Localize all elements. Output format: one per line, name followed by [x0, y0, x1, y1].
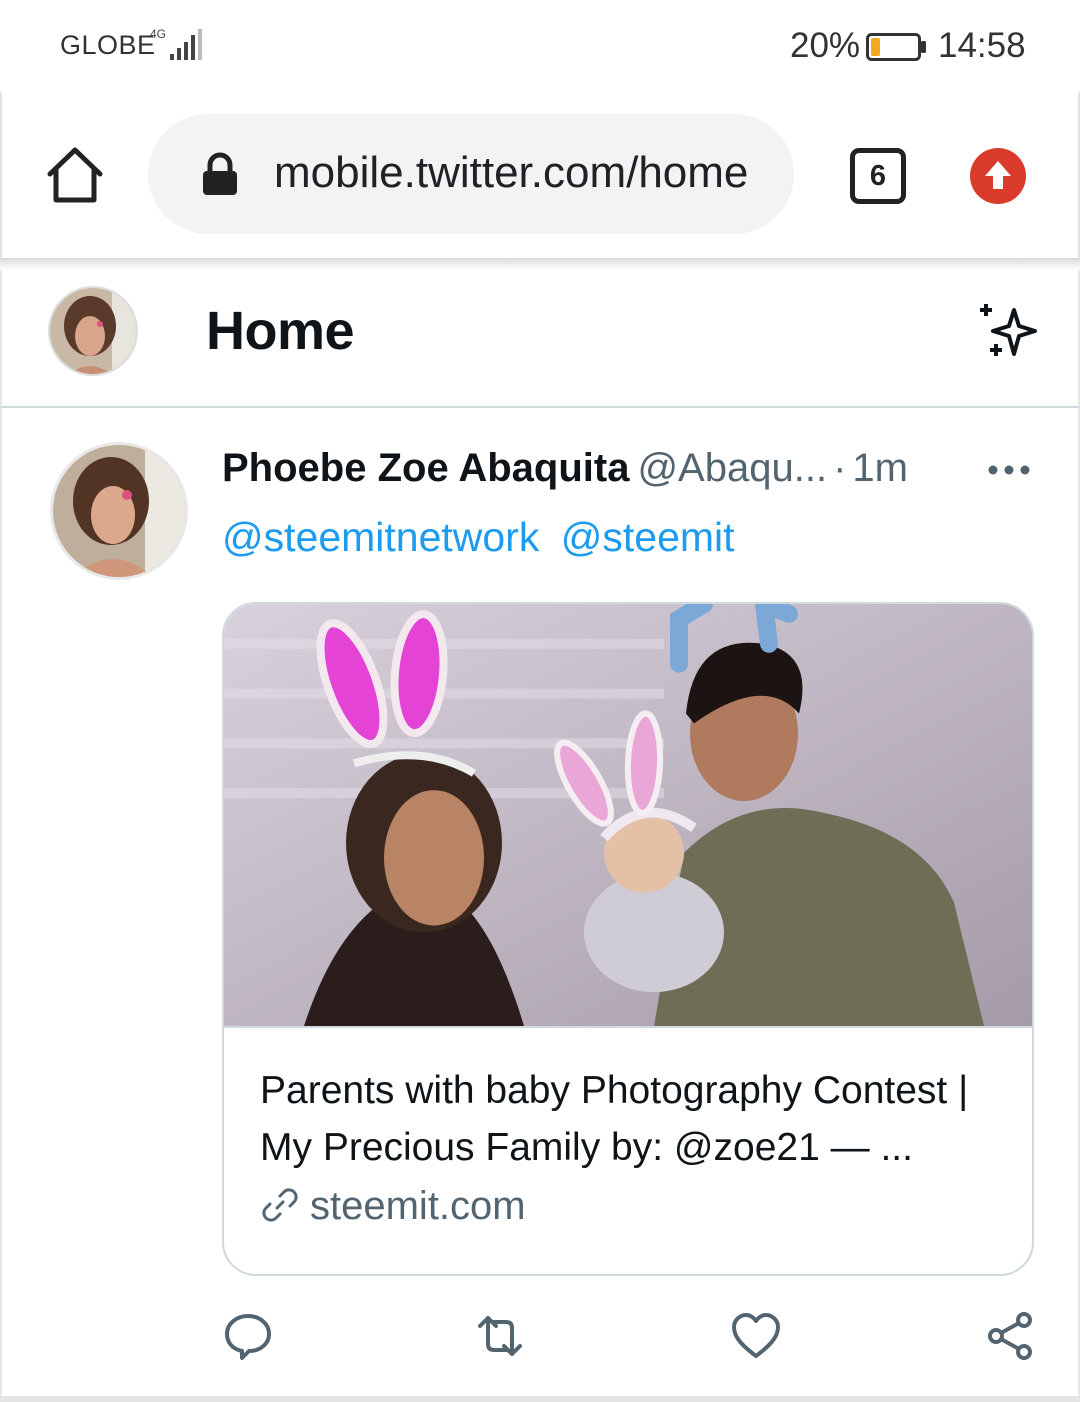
link-card[interactable]: Parents with baby Photography Contest | …	[222, 602, 1034, 1276]
card-image	[224, 604, 1032, 1028]
clock: 14:58	[938, 26, 1026, 65]
battery-percent: 20%	[790, 26, 861, 65]
reply-icon[interactable]	[222, 1310, 274, 1362]
author-name[interactable]: Phoebe Zoe Abaquita	[222, 446, 629, 490]
card-domain[interactable]: steemit.com	[260, 1184, 526, 1229]
mention-link[interactable]: @steemitnetwork	[222, 514, 539, 560]
tabs-button[interactable]: 6	[850, 148, 906, 204]
tweet-text: @steemitnetwork @steemit	[222, 514, 735, 561]
divider	[0, 1396, 1080, 1402]
more-icon[interactable]	[986, 462, 1032, 478]
mention-link[interactable]: @steemit	[561, 514, 735, 560]
tweet-actions	[222, 1310, 1034, 1370]
tweet-author-avatar[interactable]	[50, 442, 188, 580]
carrier-label: GLOBE	[60, 30, 156, 60]
app-header: Home	[0, 270, 1080, 408]
author-handle[interactable]: @Abaqu...	[637, 446, 827, 490]
tweet-timestamp[interactable]: 1m	[852, 446, 908, 490]
page-title: Home	[206, 301, 355, 361]
sparkle-icon[interactable]	[974, 300, 1042, 362]
like-icon[interactable]	[730, 1310, 782, 1362]
browser-toolbar: mobile.twitter.com/home 6	[0, 92, 1080, 260]
update-button[interactable]	[970, 148, 1026, 204]
tweet-author-line: Phoebe Zoe Abaquita @Abaqu... · 1m	[222, 446, 908, 491]
card-domain-text: steemit.com	[310, 1184, 526, 1228]
lock-icon	[203, 152, 237, 195]
share-icon[interactable]	[984, 1310, 1036, 1362]
card-title[interactable]: Parents with baby Photography Contest | …	[260, 1062, 1010, 1176]
battery-icon	[866, 33, 926, 61]
url-text[interactable]: mobile.twitter.com/home	[274, 148, 764, 198]
retweet-icon[interactable]	[474, 1310, 526, 1362]
home-icon[interactable]	[42, 142, 108, 208]
address-bar[interactable]: mobile.twitter.com/home	[148, 114, 794, 234]
network-type-label: 4G	[150, 27, 166, 41]
tweet[interactable]: Phoebe Zoe Abaquita @Abaqu... · 1m @steemit…	[0, 408, 1080, 1402]
avatar[interactable]	[48, 286, 138, 376]
separator-dot: ·	[833, 446, 847, 490]
update-icon	[985, 161, 1011, 189]
signal-icon: 4G	[150, 27, 202, 60]
toolbar-shadow	[0, 258, 1080, 270]
link-icon	[262, 1188, 298, 1222]
status-bar: GLOBE 4G 20% 14:58	[0, 0, 1080, 92]
